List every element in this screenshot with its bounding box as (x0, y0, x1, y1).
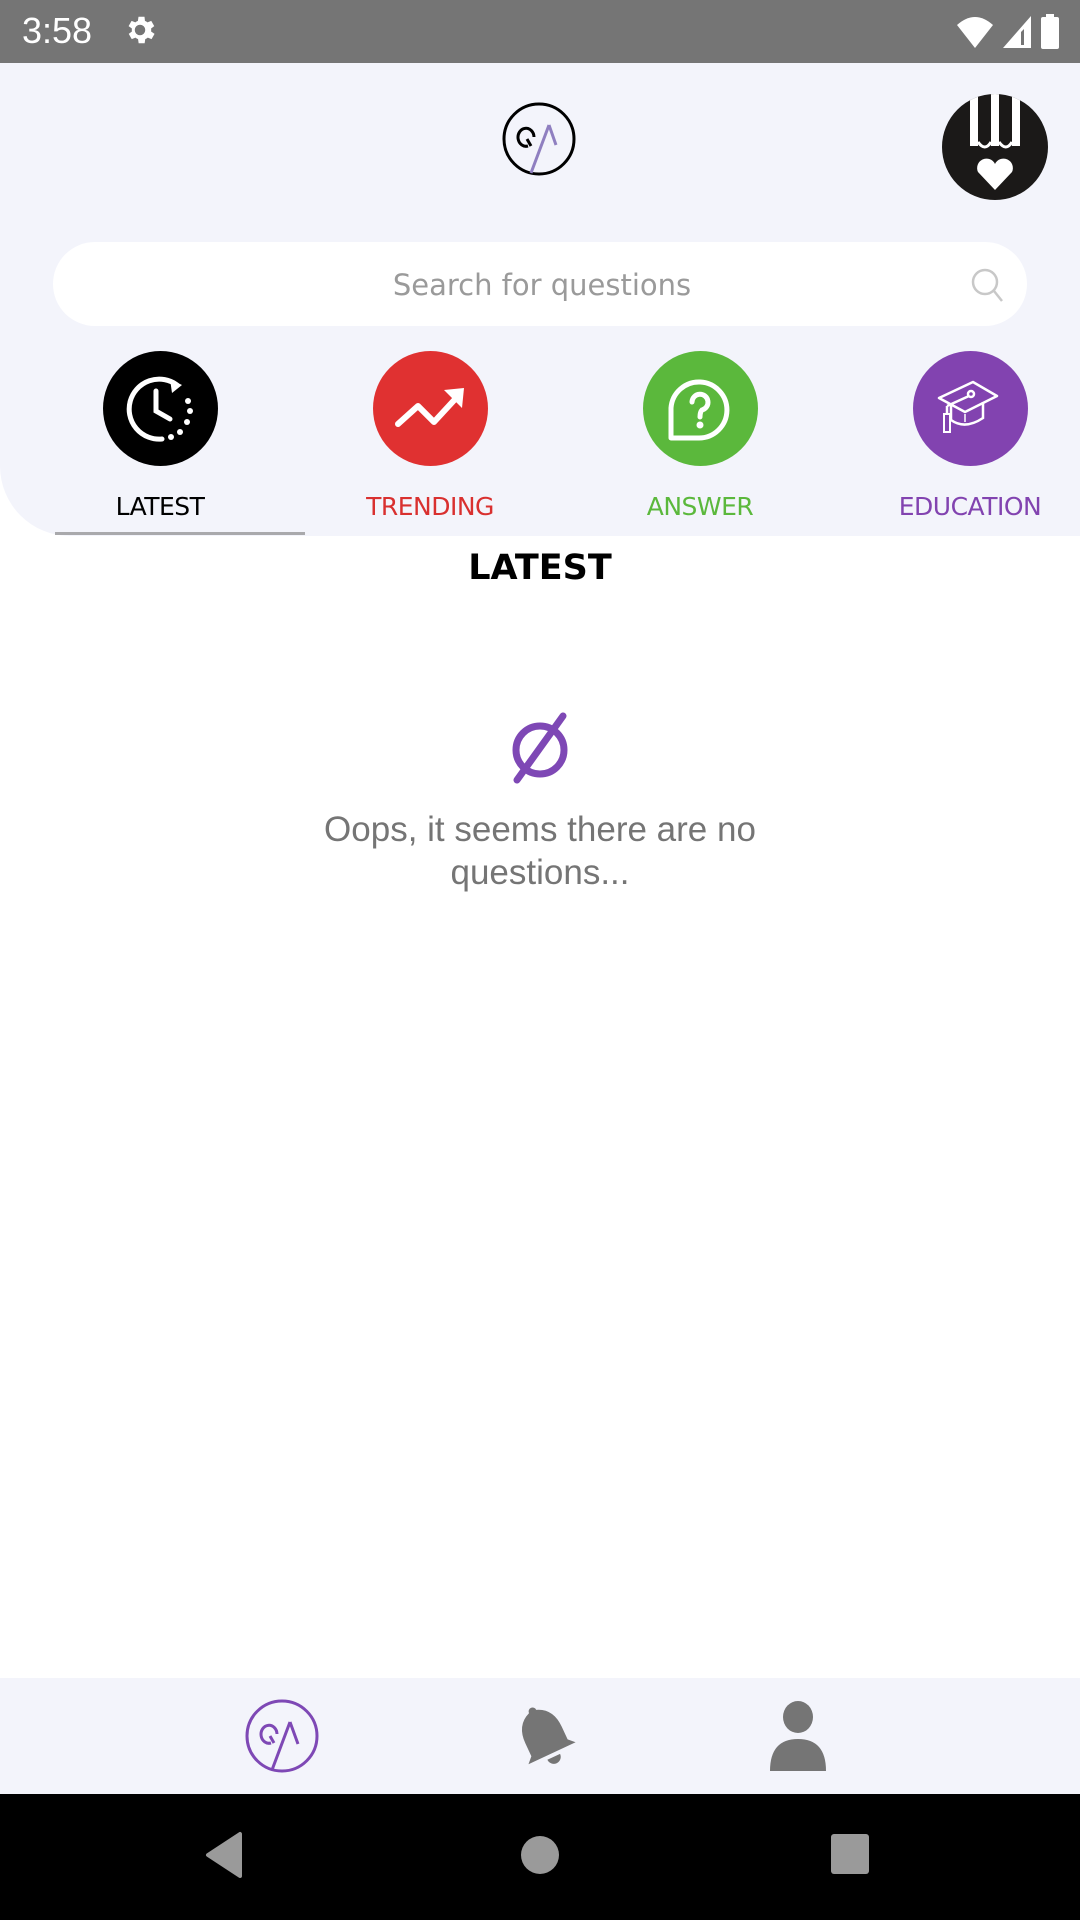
tab-label: TRENDING (366, 492, 494, 521)
nav-notifications[interactable] (494, 1678, 594, 1794)
search-bar[interactable] (53, 242, 1031, 328)
tab-label: LATEST (115, 492, 205, 521)
nav-home[interactable] (232, 1678, 332, 1794)
person-icon (770, 1701, 826, 1771)
settings-icon (128, 16, 155, 44)
question-bubble-icon (668, 379, 730, 440)
answer-circle[interactable] (642, 351, 758, 466)
empty-message: Oops, it seems there are no questions... (324, 810, 756, 892)
avatar[interactable] (942, 94, 1048, 200)
search-icon[interactable] (969, 266, 1005, 304)
tab-latest[interactable]: LATEST (60, 351, 260, 521)
status-bar: 3:58 (0, 0, 1080, 63)
tab-education[interactable]: EDUCATION (870, 351, 1070, 521)
selected-tab-indicator (55, 532, 305, 535)
tab-label: ANSWER (646, 492, 754, 521)
bottom-nav (0, 1678, 1080, 1794)
status-time: 3:58 (22, 10, 93, 51)
back-icon[interactable] (204, 1830, 244, 1880)
tab-answer[interactable]: ANSWER (600, 351, 800, 521)
home-icon[interactable] (520, 1830, 560, 1880)
system-nav-bar (0, 1794, 1080, 1920)
section-title: LATEST (468, 548, 612, 588)
trending-circle[interactable] (372, 351, 488, 466)
tab-label: EDUCATION (898, 492, 1042, 521)
trending-up-icon (395, 387, 464, 427)
nav-profile[interactable] (748, 1678, 848, 1794)
battery-icon (1041, 14, 1059, 49)
bell-icon (521, 1707, 576, 1765)
education-circle[interactable] (912, 351, 1028, 466)
recents-icon[interactable] (830, 1830, 870, 1880)
wifi-icon (957, 17, 993, 48)
cellular-signal-icon (1003, 16, 1031, 48)
search-input[interactable] (53, 242, 1031, 328)
qa-logo-icon (245, 1699, 319, 1773)
pencil-heart-avatar-icon (970, 94, 1020, 190)
graduation-cap-icon (937, 380, 999, 433)
qa-logo-icon[interactable] (501, 101, 577, 177)
clock-refresh-icon (126, 376, 193, 442)
latest-circle[interactable] (102, 351, 218, 466)
empty-set-icon (512, 712, 568, 784)
tab-trending[interactable]: TRENDING (330, 351, 530, 521)
